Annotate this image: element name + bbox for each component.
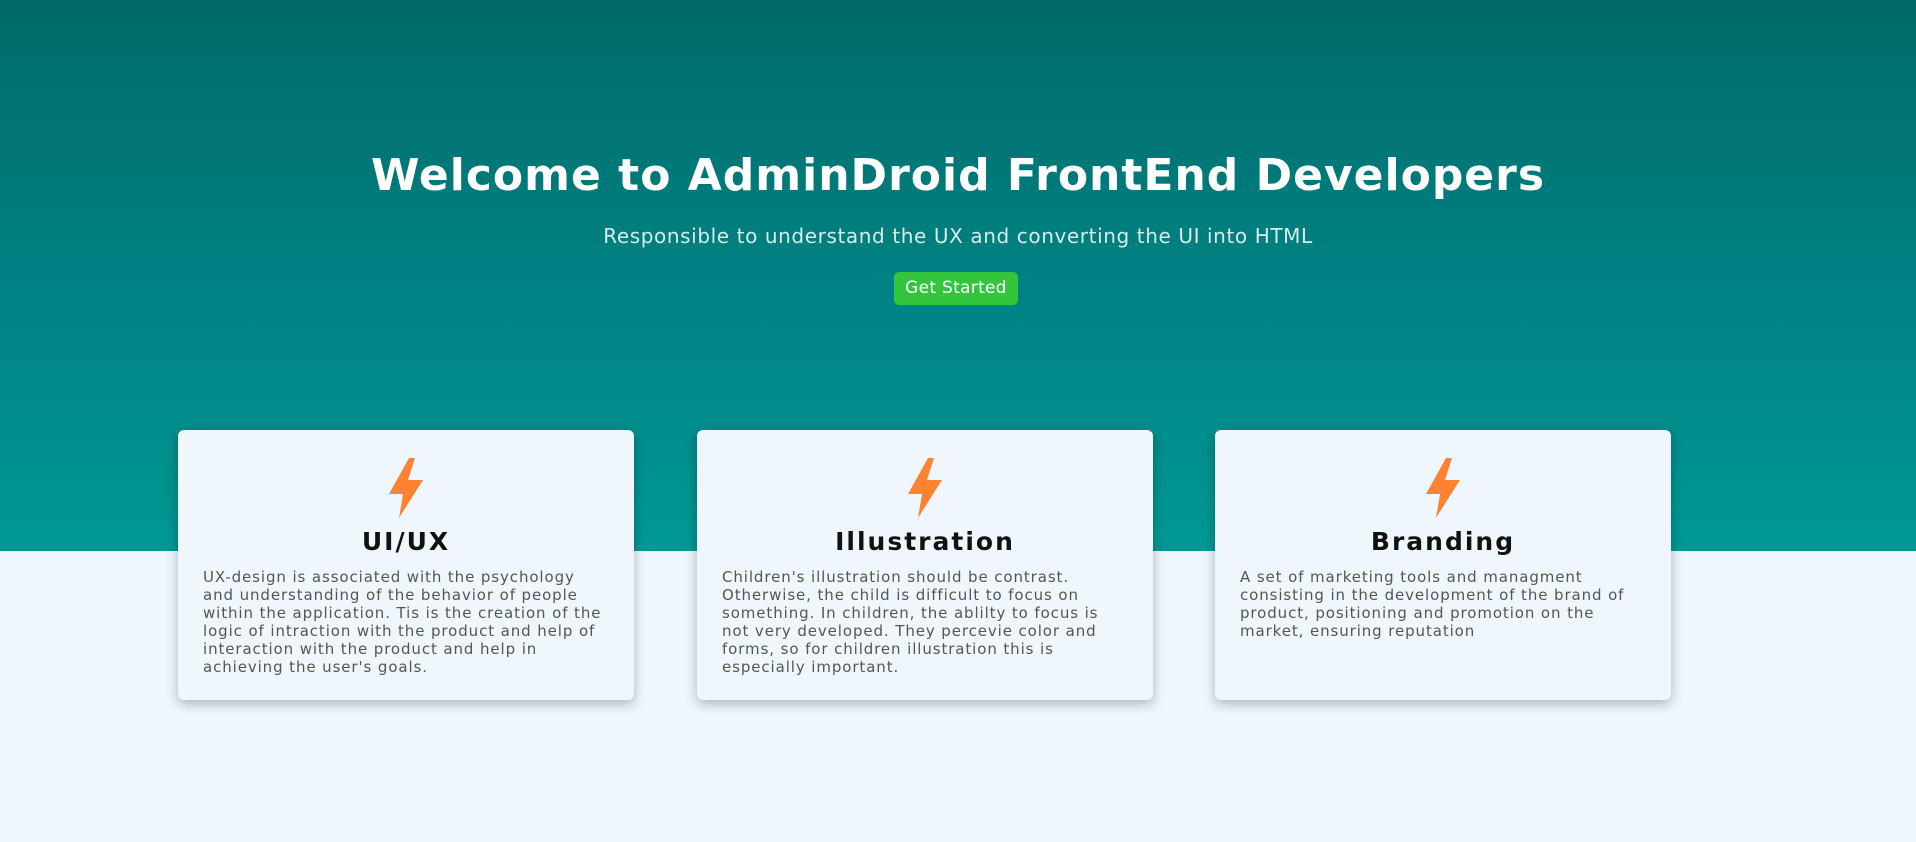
hero-subtitle: Responsible to understand the UX and con… — [603, 224, 1313, 248]
card-title: UI/UX — [361, 527, 451, 556]
get-started-button[interactable]: Get Started — [894, 272, 1018, 305]
lightning-bolt-icon — [908, 458, 942, 518]
service-card-ui-ux: UI/UX UX-design is associated with the p… — [178, 430, 634, 700]
service-card-illustration: Illustration Children's illustration sho… — [697, 430, 1153, 700]
service-card-branding: Branding A set of marketing tools and ma… — [1215, 430, 1671, 700]
card-description: UX-design is associated with the psychol… — [203, 568, 602, 676]
card-description: Children's illustration should be contra… — [722, 568, 1099, 676]
card-description: A set of marketing tools and managment c… — [1240, 568, 1625, 640]
lightning-bolt-icon — [1426, 458, 1460, 518]
lightning-bolt-icon — [389, 458, 423, 518]
card-title: Illustration — [835, 527, 1015, 556]
card-title: Branding — [1370, 527, 1516, 556]
hero-title: Welcome to AdminDroid FrontEnd Developer… — [370, 150, 1546, 201]
